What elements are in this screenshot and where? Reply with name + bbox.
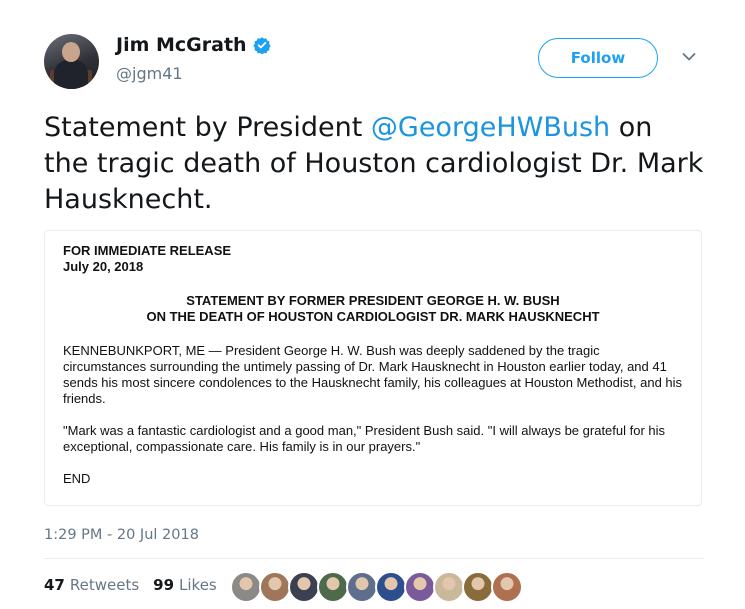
mention-link[interactable]: @GeorgeHWBush bbox=[371, 112, 610, 143]
verified-badge-icon bbox=[252, 37, 271, 54]
tweet-text-start: Statement by President bbox=[44, 112, 371, 143]
liker-avatar[interactable] bbox=[288, 571, 320, 603]
statement-heading-line2: ON THE DEATH OF HOUSTON CARDIOLOGIST DR.… bbox=[146, 309, 600, 324]
likes-count[interactable]: 99 bbox=[153, 576, 174, 594]
liker-avatar[interactable] bbox=[346, 571, 378, 603]
statement-heading-line1: STATEMENT BY FORMER PRESIDENT GEORGE H. … bbox=[186, 293, 560, 308]
release-label: FOR IMMEDIATE RELEASE bbox=[63, 243, 232, 258]
avatar-body bbox=[54, 60, 88, 89]
avatar[interactable] bbox=[44, 34, 99, 89]
engagement-stats: 47 Retweets 99 Likes bbox=[44, 576, 231, 594]
press-release-document: FOR IMMEDIATE RELEASE July 20, 2018 STAT… bbox=[63, 243, 683, 487]
statement-paragraph-1: KENNEBUNKPORT, ME — President George H. … bbox=[63, 343, 683, 406]
likes-label[interactable]: Likes bbox=[179, 576, 217, 594]
user-name[interactable]: Jim McGrath bbox=[116, 34, 247, 56]
liker-avatar[interactable] bbox=[317, 571, 349, 603]
chevron-down-icon[interactable] bbox=[682, 52, 696, 62]
avatar-head bbox=[62, 42, 80, 62]
statement-paragraph-2: "Mark was a fantastic cardiologist and a… bbox=[63, 423, 666, 454]
liker-avatar[interactable] bbox=[230, 571, 262, 603]
press-release-image[interactable]: FOR IMMEDIATE RELEASE July 20, 2018 STAT… bbox=[44, 230, 702, 506]
tweet-text: Statement by President @GeorgeHWBush on … bbox=[44, 110, 704, 218]
liker-avatar[interactable] bbox=[259, 571, 291, 603]
release-date: July 20, 2018 bbox=[63, 259, 144, 274]
liker-avatar[interactable] bbox=[404, 571, 436, 603]
liker-avatar[interactable] bbox=[375, 571, 407, 603]
liker-avatar[interactable] bbox=[433, 571, 465, 603]
divider bbox=[44, 558, 704, 559]
follow-button[interactable]: Follow bbox=[538, 38, 658, 78]
name-row: Jim McGrath bbox=[116, 34, 271, 56]
liker-avatars bbox=[230, 571, 523, 603]
tweet-header: Jim McGrath @jgm41 Follow bbox=[44, 30, 704, 90]
statement-end: END bbox=[63, 471, 91, 486]
retweets-label[interactable]: Retweets bbox=[70, 576, 139, 594]
retweets-count[interactable]: 47 bbox=[44, 576, 65, 594]
tweet-timestamp[interactable]: 1:29 PM - 20 Jul 2018 bbox=[44, 527, 199, 543]
liker-avatar[interactable] bbox=[462, 571, 494, 603]
liker-avatar[interactable] bbox=[491, 571, 523, 603]
user-handle[interactable]: @jgm41 bbox=[116, 64, 183, 83]
